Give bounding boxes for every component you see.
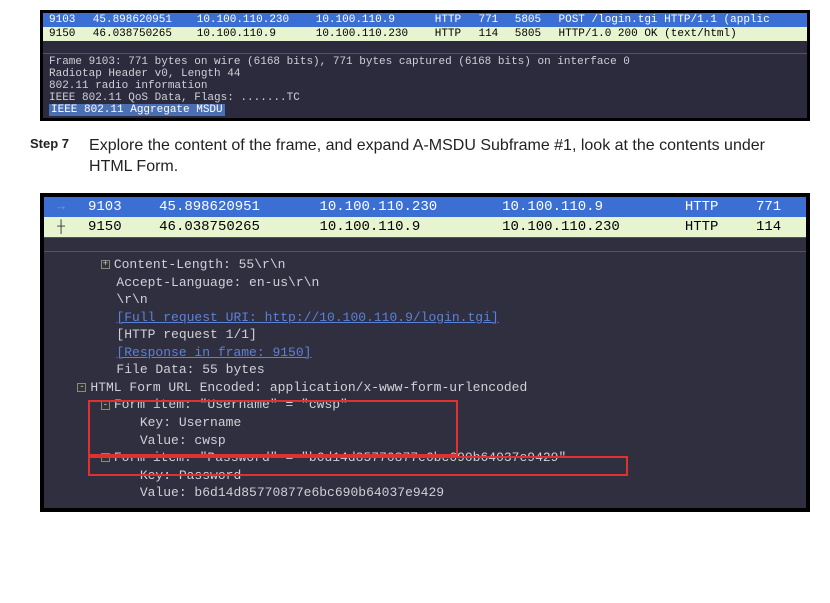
col-src: 10.100.110.9 [191, 27, 310, 41]
col-time: 45.898620951 [87, 13, 191, 27]
detail-line[interactable]: 802.11 radio information [47, 80, 803, 92]
detail-line[interactable]: IEEE 802.11 QoS Data, Flags: .......TC [47, 92, 803, 104]
packet-row-truncated[interactable] [44, 237, 806, 251]
packet-row[interactable]: ┼ 9150 46.038750265 10.100.110.9 10.100.… [44, 217, 806, 238]
packet-row-selected[interactable]: 9103 45.898620951 10.100.110.230 10.100.… [43, 13, 807, 27]
detail-line[interactable]: \r\n [44, 291, 806, 309]
col-proto: HTTP [429, 13, 473, 27]
detail-line-highlight[interactable]: IEEE 802.11 Aggregate MSDU [47, 104, 803, 116]
step-instruction: Step 7 Explore the content of the frame,… [30, 136, 800, 178]
frame-details-bottom[interactable]: +Content-Length: 55\r\n Accept-Language:… [44, 251, 806, 508]
step-text: Explore the content of the frame, and ex… [89, 136, 800, 178]
col-src: 10.100.110.9 [310, 217, 493, 238]
col-dst: 10.100.110.230 [492, 217, 675, 238]
detail-line[interactable]: [HTTP request 1/1] [44, 326, 806, 344]
col-dst: 10.100.110.9 [492, 197, 675, 217]
col-info: HTTP/1.0 200 OK (text/html) [553, 27, 808, 41]
packet-list-bottom[interactable]: → 9103 45.898620951 10.100.110.230 10.10… [44, 197, 806, 252]
col-proto: HTTP [675, 197, 746, 217]
col-no: 9150 [43, 27, 87, 41]
col-src: 10.100.110.230 [310, 197, 493, 217]
col-len: 114 [746, 217, 806, 238]
col-len: 771 [746, 197, 806, 217]
wireshark-panel-bottom: → 9103 45.898620951 10.100.110.230 10.10… [40, 193, 810, 512]
col-no: 9103 [78, 197, 149, 217]
col-dst: 10.100.110.9 [310, 13, 429, 27]
tree-handle-icon: → [54, 199, 68, 214]
col-no: 9150 [78, 217, 149, 238]
step-label: Step 7 [30, 136, 69, 151]
col-port: 5805 [509, 13, 553, 27]
collapse-icon[interactable]: - [101, 453, 110, 462]
detail-line-link[interactable]: [Response in frame: 9150] [44, 344, 806, 362]
detail-line[interactable]: Value: b6d14d85770877e6bc690b64037e9429 [44, 484, 806, 502]
col-port: 5805 [509, 27, 553, 41]
detail-line[interactable]: File Data: 55 bytes [44, 361, 806, 379]
detail-line[interactable]: -HTML Form URL Encoded: application/x-ww… [44, 379, 806, 397]
detail-line[interactable]: Key: Password [44, 467, 806, 485]
detail-line[interactable]: -Form item: "Username" = "cwsp" [44, 396, 806, 414]
detail-line[interactable]: Frame 9103: 771 bytes on wire (6168 bits… [47, 56, 803, 68]
packet-row[interactable]: 9150 46.038750265 10.100.110.9 10.100.11… [43, 27, 807, 41]
col-no: 9103 [43, 13, 87, 27]
detail-line[interactable]: Accept-Language: en-us\r\n [44, 274, 806, 292]
collapse-icon[interactable]: - [77, 383, 86, 392]
col-src: 10.100.110.230 [191, 13, 310, 27]
packet-row-selected[interactable]: → 9103 45.898620951 10.100.110.230 10.10… [44, 197, 806, 217]
col-time: 46.038750265 [87, 27, 191, 41]
detail-line-link[interactable]: [Full request URI: http://10.100.110.9/l… [44, 309, 806, 327]
col-proto: HTTP [675, 217, 746, 238]
col-len: 771 [472, 13, 508, 27]
col-len: 114 [472, 27, 508, 41]
packet-list-top[interactable]: 9103 45.898620951 10.100.110.230 10.100.… [43, 13, 807, 53]
col-dst: 10.100.110.230 [310, 27, 429, 41]
detail-line[interactable]: +Content-Length: 55\r\n [44, 256, 806, 274]
expand-icon[interactable]: + [101, 260, 110, 269]
col-proto: HTTP [429, 27, 473, 41]
frame-details-top[interactable]: Frame 9103: 771 bytes on wire (6168 bits… [43, 53, 807, 118]
tree-handle-icon: ┼ [54, 219, 68, 234]
col-time: 46.038750265 [149, 217, 309, 238]
collapse-icon[interactable]: - [101, 401, 110, 410]
detail-line[interactable]: Radiotap Header v0, Length 44 [47, 68, 803, 80]
detail-line[interactable]: Value: cwsp [44, 432, 806, 450]
col-info: POST /login.tgi HTTP/1.1 (applic [553, 13, 808, 27]
packet-row-truncated[interactable] [43, 41, 807, 53]
col-time: 45.898620951 [149, 197, 309, 217]
detail-line[interactable]: -Form item: "Password" = "b6d14d85770877… [44, 449, 806, 467]
wireshark-panel-top: 9103 45.898620951 10.100.110.230 10.100.… [40, 10, 810, 121]
detail-line[interactable]: Key: Username [44, 414, 806, 432]
